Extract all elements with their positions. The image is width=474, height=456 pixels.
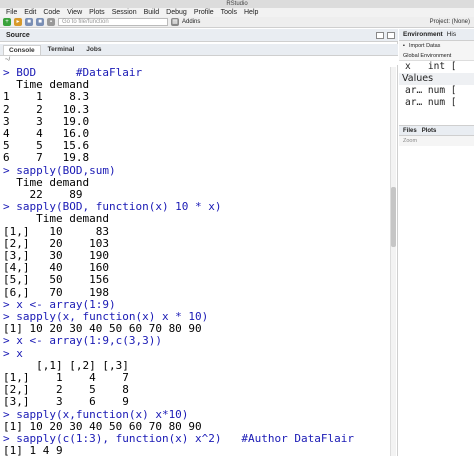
console-path: ~/ — [5, 57, 11, 63]
menu-item-session[interactable]: Session — [112, 9, 137, 16]
console-output-line: Time demand — [3, 212, 109, 226]
plots-toolbar: Zoom — [399, 136, 474, 146]
window-title-bar: RStudio — [0, 0, 474, 8]
import-dataset-button[interactable]: Import Datas — [409, 43, 440, 49]
tab-environment[interactable]: Environment — [403, 31, 443, 38]
console-scroll-thumb[interactable] — [391, 187, 396, 247]
console-output-line: [1,] 10 83 — [3, 224, 109, 238]
console-output-line: [3,] 3 6 9 — [3, 395, 129, 409]
menu-bar: File Edit Code View Plots Session Build Debug Pr… — [0, 8, 474, 17]
environment-row[interactable]: ar… num [ — [399, 85, 474, 97]
main-toolbar: + ▸ ■ ■ ▪ Go to file/function ▦ Addins P… — [0, 17, 474, 28]
menu-item-build[interactable]: Build — [144, 9, 160, 16]
menu-item-view[interactable]: View — [67, 9, 82, 16]
window-title: RStudio — [226, 1, 248, 7]
new-file-icon[interactable]: + — [3, 18, 11, 26]
zoom-button[interactable]: Zoom — [403, 138, 417, 144]
left-pane: Source Console Terminal Jobs ~/ > BOD #Dat… — [0, 29, 398, 456]
minimize-pane-icon[interactable] — [376, 32, 384, 39]
menu-item-code[interactable]: Code — [43, 9, 60, 16]
environment-row[interactable]: x int [ — [399, 61, 474, 73]
console-output-line: 2 2 10.3 — [3, 102, 90, 116]
print-icon[interactable]: ▪ — [47, 18, 55, 26]
menu-item-profile[interactable]: Profile — [194, 9, 214, 16]
console-command-line: > x <- array(1:9,c(3,3)) — [3, 334, 162, 348]
save-all-icon[interactable]: ■ — [36, 18, 44, 26]
files-tab-bar: Files Plots — [399, 125, 474, 136]
tab-terminal[interactable]: Terminal — [43, 45, 80, 55]
tab-jobs[interactable]: Jobs — [81, 45, 106, 55]
save-icon[interactable]: ■ — [25, 18, 33, 26]
console-output-line: [1] 1 4 9 — [3, 444, 63, 456]
tab-history[interactable]: His — [447, 31, 456, 38]
console-working-dir: ~/ — [0, 56, 398, 65]
environment-toolbar: ▪ Import Datas — [399, 41, 474, 51]
source-title: Source — [6, 32, 30, 39]
tab-console[interactable]: Console — [3, 45, 41, 55]
scope-label: Global Environment — [403, 52, 452, 59]
menu-item-edit[interactable]: Edit — [24, 9, 36, 16]
project-menu[interactable]: Project: (None) — [430, 19, 470, 25]
values-section-header: Values — [399, 73, 474, 85]
grid-icon[interactable]: ▦ — [171, 18, 179, 26]
goto-file-input[interactable]: Go to file/function — [58, 18, 168, 26]
open-folder-icon[interactable]: ▸ — [14, 18, 22, 26]
environment-row[interactable]: ar… num [ — [399, 97, 474, 109]
maximize-pane-icon[interactable] — [387, 32, 395, 39]
console-scrollbar[interactable] — [390, 67, 396, 456]
tab-plots[interactable]: Plots — [422, 128, 437, 134]
console-tab-bar: Console Terminal Jobs — [0, 44, 398, 56]
environment-scope-select[interactable]: Global Environment — [399, 51, 474, 61]
menu-item-help[interactable]: Help — [244, 9, 258, 16]
tab-files[interactable]: Files — [403, 128, 417, 134]
right-pane: Environment His ▪ Import Datas Global En… — [399, 29, 474, 456]
console-output-line: 1 1 8.3 — [3, 90, 90, 104]
addins-menu[interactable]: Addins — [182, 19, 200, 25]
console-output-line: 6 7 19.8 — [3, 151, 90, 165]
environment-tab-bar: Environment His — [399, 29, 474, 41]
menu-item-plots[interactable]: Plots — [89, 9, 105, 16]
menu-item-file[interactable]: File — [6, 9, 17, 16]
menu-item-tools[interactable]: Tools — [221, 9, 237, 16]
console-output-line: [5,] 50 156 — [3, 273, 109, 287]
console-command-line: > sapply(BOD,sum) — [3, 163, 116, 177]
menu-item-debug[interactable]: Debug — [166, 9, 187, 16]
console-output[interactable]: > BOD #DataFlair Time demand 1 1 8.3 2 2 1… — [3, 67, 388, 456]
save-workspace-icon[interactable]: ▪ — [403, 43, 405, 49]
source-pane-header[interactable]: Source — [0, 29, 398, 42]
